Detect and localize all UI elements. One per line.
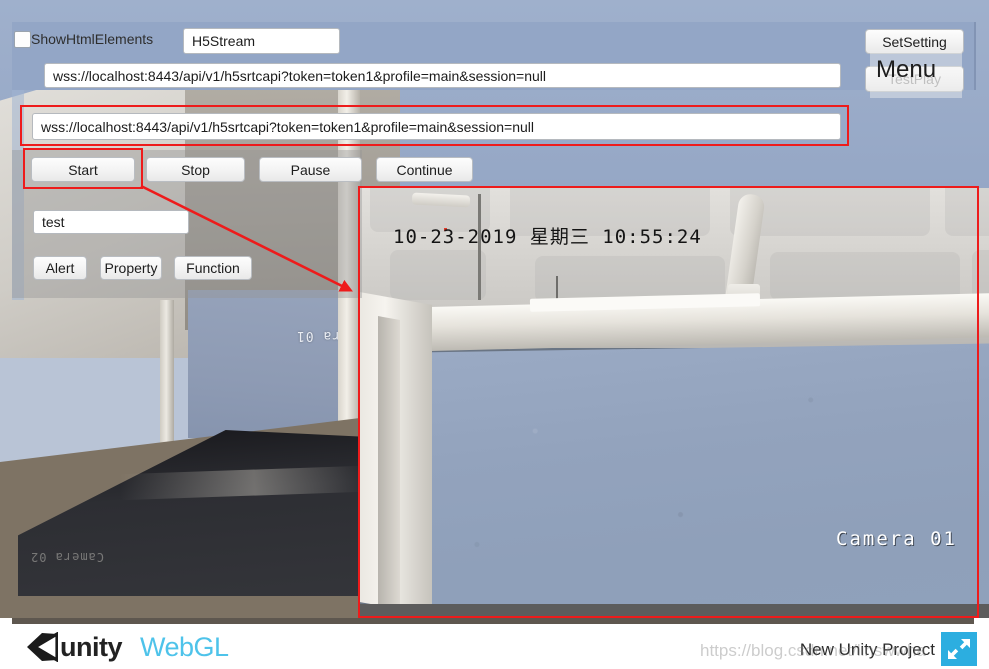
property-button[interactable]: Property bbox=[100, 256, 162, 280]
alert-button[interactable]: Alert bbox=[33, 256, 87, 280]
video-ceiling-tile bbox=[945, 188, 989, 236]
project-name-label: New Unity Project bbox=[799, 640, 935, 659]
footer-top-bar bbox=[12, 618, 974, 624]
video-timestamp-overlay: 10-23-2019 星期三 10:55:24 bbox=[393, 226, 702, 248]
video-fabric-texture bbox=[401, 343, 989, 618]
unity-footer: unity WebGL New Unity Project bbox=[0, 618, 989, 669]
stream-title-input[interactable] bbox=[183, 28, 340, 54]
fullscreen-button[interactable] bbox=[941, 632, 977, 666]
webgl-wordmark: WebGL bbox=[140, 632, 229, 662]
primary-url-input[interactable] bbox=[44, 63, 841, 88]
live-video-panel[interactable]: 10-23-2019 星期三 10:55:24 Camera 01 bbox=[360, 188, 989, 618]
unity-webgl-page: Camera 01 Camera 02 10-23-2019 星期三 10:55… bbox=[0, 0, 989, 669]
scene-floor-strip bbox=[0, 596, 372, 618]
video-left-frame-inner bbox=[378, 316, 400, 610]
scene-frame-rail-secondary bbox=[160, 300, 174, 460]
fullscreen-arrow-icon bbox=[948, 639, 970, 659]
unity-wordmark: unity bbox=[60, 632, 123, 662]
show-html-elements-label: ShowHtmlElements bbox=[31, 31, 154, 47]
show-html-elements-checkbox[interactable] bbox=[14, 31, 31, 48]
menu-overlay-backdrop bbox=[870, 50, 962, 98]
video-ceiling-tile bbox=[770, 252, 960, 300]
stop-button[interactable]: Stop bbox=[146, 157, 245, 182]
test-input[interactable] bbox=[33, 210, 189, 234]
unity-logo-icon bbox=[26, 631, 59, 663]
continue-button[interactable]: Continue bbox=[376, 157, 473, 182]
video-bottom-band bbox=[360, 604, 989, 618]
unity-canvas[interactable]: Camera 01 Camera 02 10-23-2019 星期三 10:55… bbox=[0, 0, 989, 618]
video-ceiling-tile bbox=[390, 250, 486, 300]
start-button[interactable]: Start bbox=[31, 157, 135, 182]
scene-reflected-dark-label: Camera 02 bbox=[30, 550, 105, 564]
pause-button[interactable]: Pause bbox=[259, 157, 362, 182]
video-camera-label-overlay: Camera 01 bbox=[836, 528, 957, 550]
secondary-url-input[interactable] bbox=[32, 113, 841, 140]
function-button[interactable]: Function bbox=[174, 256, 252, 280]
scene-reflected-video-quad bbox=[188, 290, 363, 438]
